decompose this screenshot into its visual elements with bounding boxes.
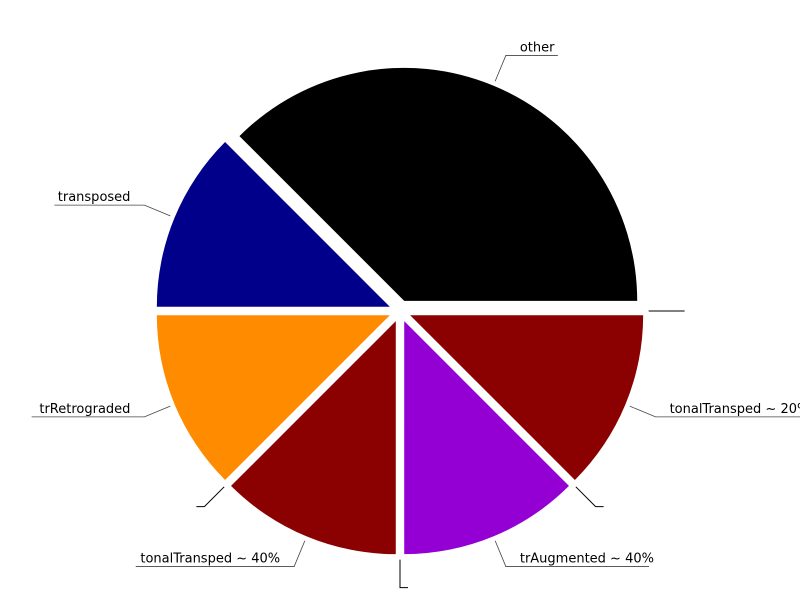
slice-label-2: trRetrograded	[39, 402, 130, 417]
pie-slices	[156, 67, 644, 555]
slice-label-4: tonalTransped ~ 40%	[140, 552, 280, 567]
empty-slice-tick-3	[196, 486, 225, 508]
slice-label-0: other	[520, 40, 555, 55]
slice-label-1: transposed	[58, 190, 131, 205]
leader-line-0	[494, 55, 558, 82]
empty-slice-tick-5	[399, 559, 408, 589]
slice-label-6: trAugmented ~ 40%	[520, 552, 654, 567]
empty-slice-tick-7	[575, 486, 604, 508]
slice-label-8: tonalTransped ~ 20%	[670, 402, 800, 417]
leader-line-1	[54, 204, 171, 217]
pie-chart: other transposed trRetrograded tonalTranspe…	[31, 40, 800, 589]
